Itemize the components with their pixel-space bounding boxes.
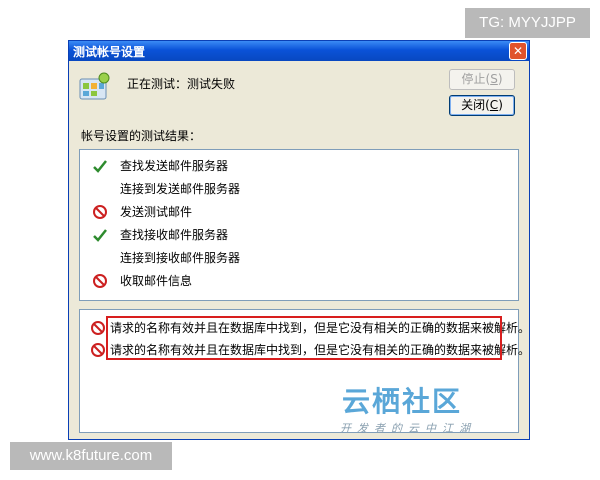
task-item: 查找发送邮件服务器 bbox=[80, 156, 518, 176]
error-highlight-box bbox=[106, 316, 502, 360]
stop-button[interactable]: 停止(S) bbox=[449, 69, 515, 90]
dialog-title: 测试帐号设置 bbox=[73, 45, 146, 59]
title-bar[interactable]: 测试帐号设置 ✕ bbox=[69, 41, 529, 61]
error-icon bbox=[91, 343, 105, 357]
watermark-yunqi: 云栖社区 开发者的云中江湖 bbox=[340, 385, 476, 435]
mail-settings-icon bbox=[79, 72, 110, 100]
error-icon bbox=[93, 274, 107, 288]
task-item: 发送测试邮件 bbox=[80, 202, 518, 222]
watermark-tg: TG: MYYJJPP bbox=[465, 8, 590, 38]
window-close-button[interactable]: ✕ bbox=[509, 42, 527, 60]
task-item: 查找接收邮件服务器 bbox=[80, 225, 518, 245]
close-button[interactable]: 关闭(C) bbox=[449, 95, 515, 116]
check-icon bbox=[93, 160, 107, 173]
close-icon: ✕ bbox=[512, 44, 524, 58]
error-icon bbox=[93, 205, 107, 219]
task-item: 连接到发送邮件服务器 bbox=[120, 182, 241, 196]
task-item: 连接到接收邮件服务器 bbox=[120, 251, 241, 265]
check-icon bbox=[93, 229, 107, 242]
task-item: 收取邮件信息 bbox=[80, 271, 518, 291]
test-status-text: 正在测试：测试失败 bbox=[127, 77, 236, 91]
error-icon bbox=[91, 321, 105, 335]
watermark-site: www.k8future.com bbox=[10, 442, 172, 470]
results-label: 帐号设置的测试结果： bbox=[81, 129, 202, 143]
task-list[interactable]: 查找发送邮件服务器 连接到发送邮件服务器 发送测试邮件 查找接收邮件服务器 连接… bbox=[79, 149, 519, 301]
